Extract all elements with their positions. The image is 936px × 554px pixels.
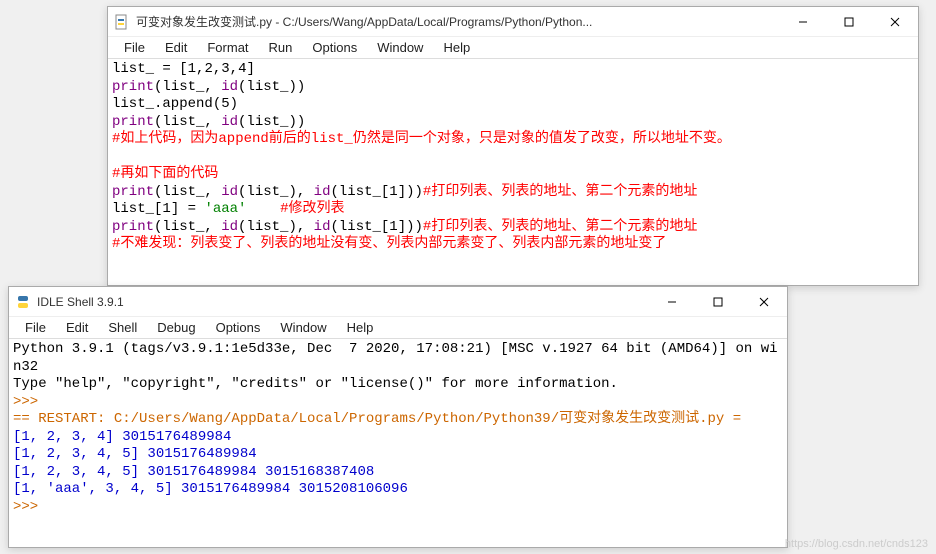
editor-window-controls bbox=[780, 7, 918, 36]
shell-prompt: >>> bbox=[13, 394, 38, 410]
shell-titlebar: IDLE Shell 3.9.1 bbox=[9, 287, 787, 317]
python-file-icon bbox=[114, 14, 130, 30]
shell-out-line: [1, 2, 3, 4] 3015176489984 bbox=[13, 429, 231, 445]
menu-edit[interactable]: Edit bbox=[155, 38, 197, 57]
shell-out-line: [1, 2, 3, 4, 5] 3015176489984 bbox=[13, 446, 257, 462]
editor-menubar: File Edit Format Run Options Window Help bbox=[108, 37, 918, 59]
shell-menubar: File Edit Shell Debug Options Window Hel… bbox=[9, 317, 787, 339]
minimize-button[interactable] bbox=[780, 7, 826, 36]
shell-out-line: [1, 2, 3, 4, 5] 3015176489984 3015168387… bbox=[13, 464, 374, 480]
shell-banner: Python 3.9.1 (tags/v3.9.1:1e5d33e, Dec 7… bbox=[13, 341, 778, 375]
menu-file[interactable]: File bbox=[15, 318, 56, 337]
watermark: https://blog.csdn.net/cnds123 bbox=[785, 538, 928, 550]
shell-restart: == RESTART: C:/Users/Wang/AppData/Local/… bbox=[13, 411, 741, 427]
close-button[interactable] bbox=[872, 7, 918, 36]
menu-file[interactable]: File bbox=[114, 38, 155, 57]
menu-window[interactable]: Window bbox=[270, 318, 336, 337]
menu-window[interactable]: Window bbox=[367, 38, 433, 57]
shell-prompt: >>> bbox=[13, 499, 38, 515]
shell-help: Type "help", "copyright", "credits" or "… bbox=[13, 376, 618, 392]
menu-help[interactable]: Help bbox=[433, 38, 480, 57]
editor-titlebar: 可变对象发生改变测试.py - C:/Users/Wang/AppData/Lo… bbox=[108, 7, 918, 37]
editor-window: 可变对象发生改变测试.py - C:/Users/Wang/AppData/Lo… bbox=[107, 6, 919, 286]
shell-title: IDLE Shell 3.9.1 bbox=[37, 295, 649, 309]
menu-help[interactable]: Help bbox=[337, 318, 384, 337]
menu-edit[interactable]: Edit bbox=[56, 318, 98, 337]
menu-options[interactable]: Options bbox=[302, 38, 367, 57]
maximize-button[interactable] bbox=[826, 7, 872, 36]
close-button[interactable] bbox=[741, 287, 787, 316]
python-icon bbox=[15, 294, 31, 310]
menu-run[interactable]: Run bbox=[259, 38, 303, 57]
minimize-button[interactable] bbox=[649, 287, 695, 316]
maximize-button[interactable] bbox=[695, 287, 741, 316]
shell-out-line: [1, 'aaa', 3, 4, 5] 3015176489984 301520… bbox=[13, 481, 408, 497]
menu-format[interactable]: Format bbox=[197, 38, 258, 57]
menu-debug[interactable]: Debug bbox=[147, 318, 205, 337]
editor-title: 可变对象发生改变测试.py - C:/Users/Wang/AppData/Lo… bbox=[136, 13, 780, 30]
shell-window-controls bbox=[649, 287, 787, 316]
menu-shell[interactable]: Shell bbox=[98, 318, 147, 337]
shell-window: IDLE Shell 3.9.1 File Edit Shell Debug O… bbox=[8, 286, 788, 548]
editor-code-area[interactable]: list_ = [1,2,3,4] print(list_, id(list_)… bbox=[108, 59, 918, 256]
menu-options[interactable]: Options bbox=[206, 318, 271, 337]
shell-output-area[interactable]: Python 3.9.1 (tags/v3.9.1:1e5d33e, Dec 7… bbox=[9, 339, 787, 518]
